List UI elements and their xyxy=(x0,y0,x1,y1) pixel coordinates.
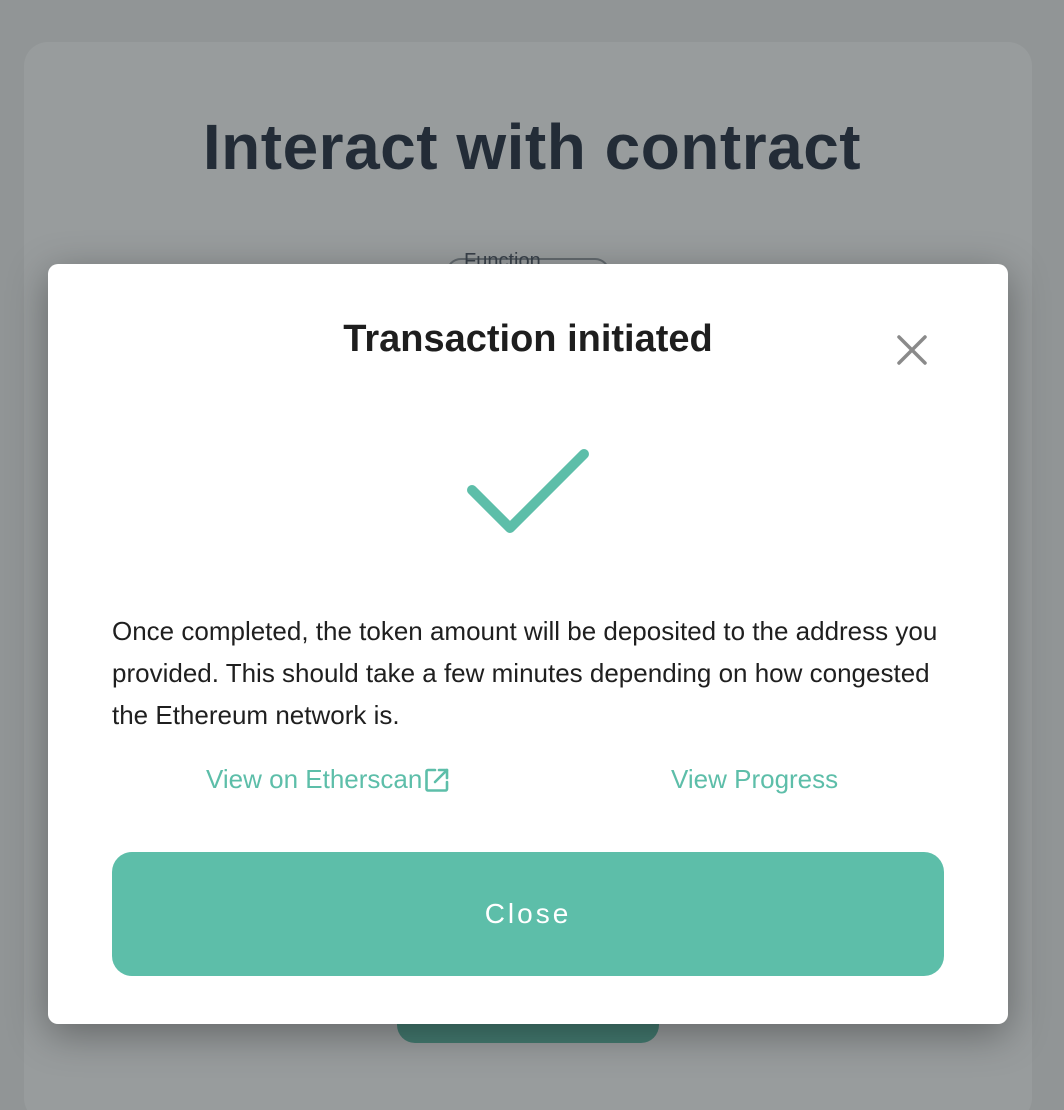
view-progress-link[interactable]: View Progress xyxy=(671,764,838,795)
close-icon[interactable] xyxy=(892,330,932,370)
transaction-modal: Transaction initiated Once completed, th… xyxy=(48,264,1008,1024)
view-on-etherscan-link[interactable]: View on Etherscan xyxy=(206,764,450,795)
close-button[interactable]: Close xyxy=(112,852,944,976)
etherscan-link-label: View on Etherscan xyxy=(206,764,423,794)
checkmark-icon xyxy=(466,448,590,538)
modal-message: Once completed, the token amount will be… xyxy=(112,616,938,730)
modal-title: Transaction initiated xyxy=(343,318,713,360)
external-link-icon xyxy=(425,768,449,792)
